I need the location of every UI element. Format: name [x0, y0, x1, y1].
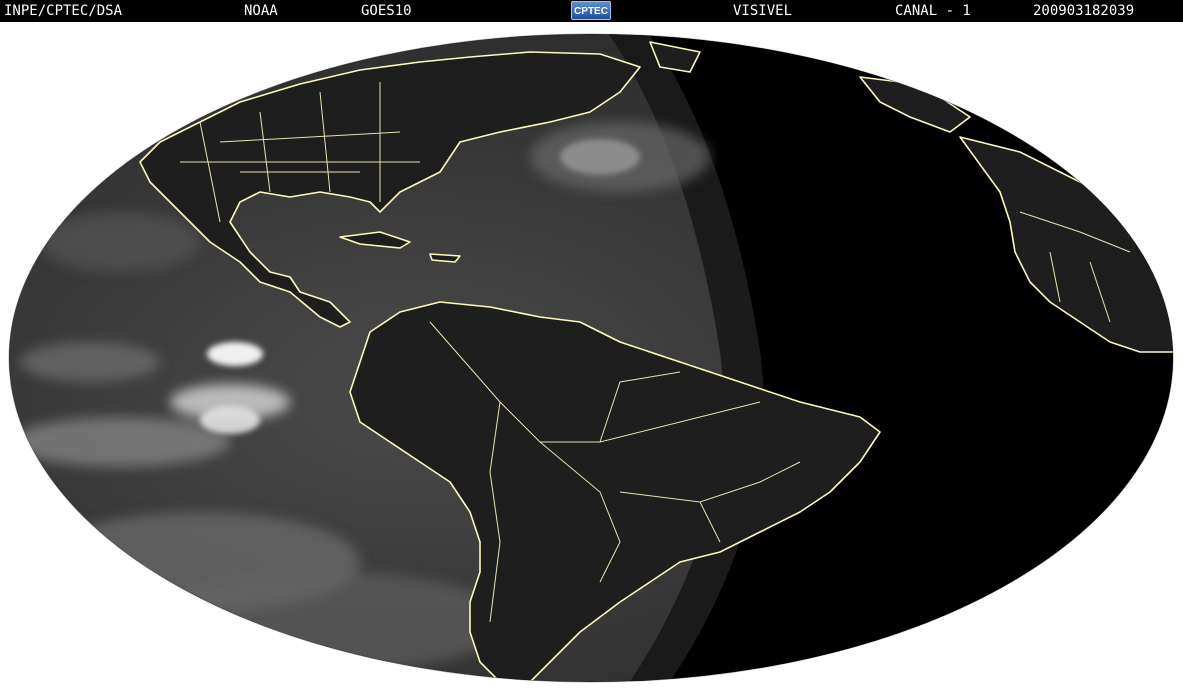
cptec-logo: CPTEC [571, 1, 611, 20]
agency-label: NOAA [244, 3, 278, 19]
satellite-label: GOES10 [361, 3, 412, 19]
channel-label: CANAL - 1 [895, 3, 971, 19]
earth-disk [8, 33, 1174, 683]
channel-type-label: VISIVEL [733, 3, 793, 19]
timestamp-label: 200903182039 [1033, 3, 1135, 19]
org-label: INPE/CPTEC/DSA [4, 3, 123, 19]
satellite-image [0, 22, 1183, 696]
image-header: INPE/CPTEC/DSA NOAA GOES10 CPTEC VISIVEL… [0, 0, 1183, 22]
